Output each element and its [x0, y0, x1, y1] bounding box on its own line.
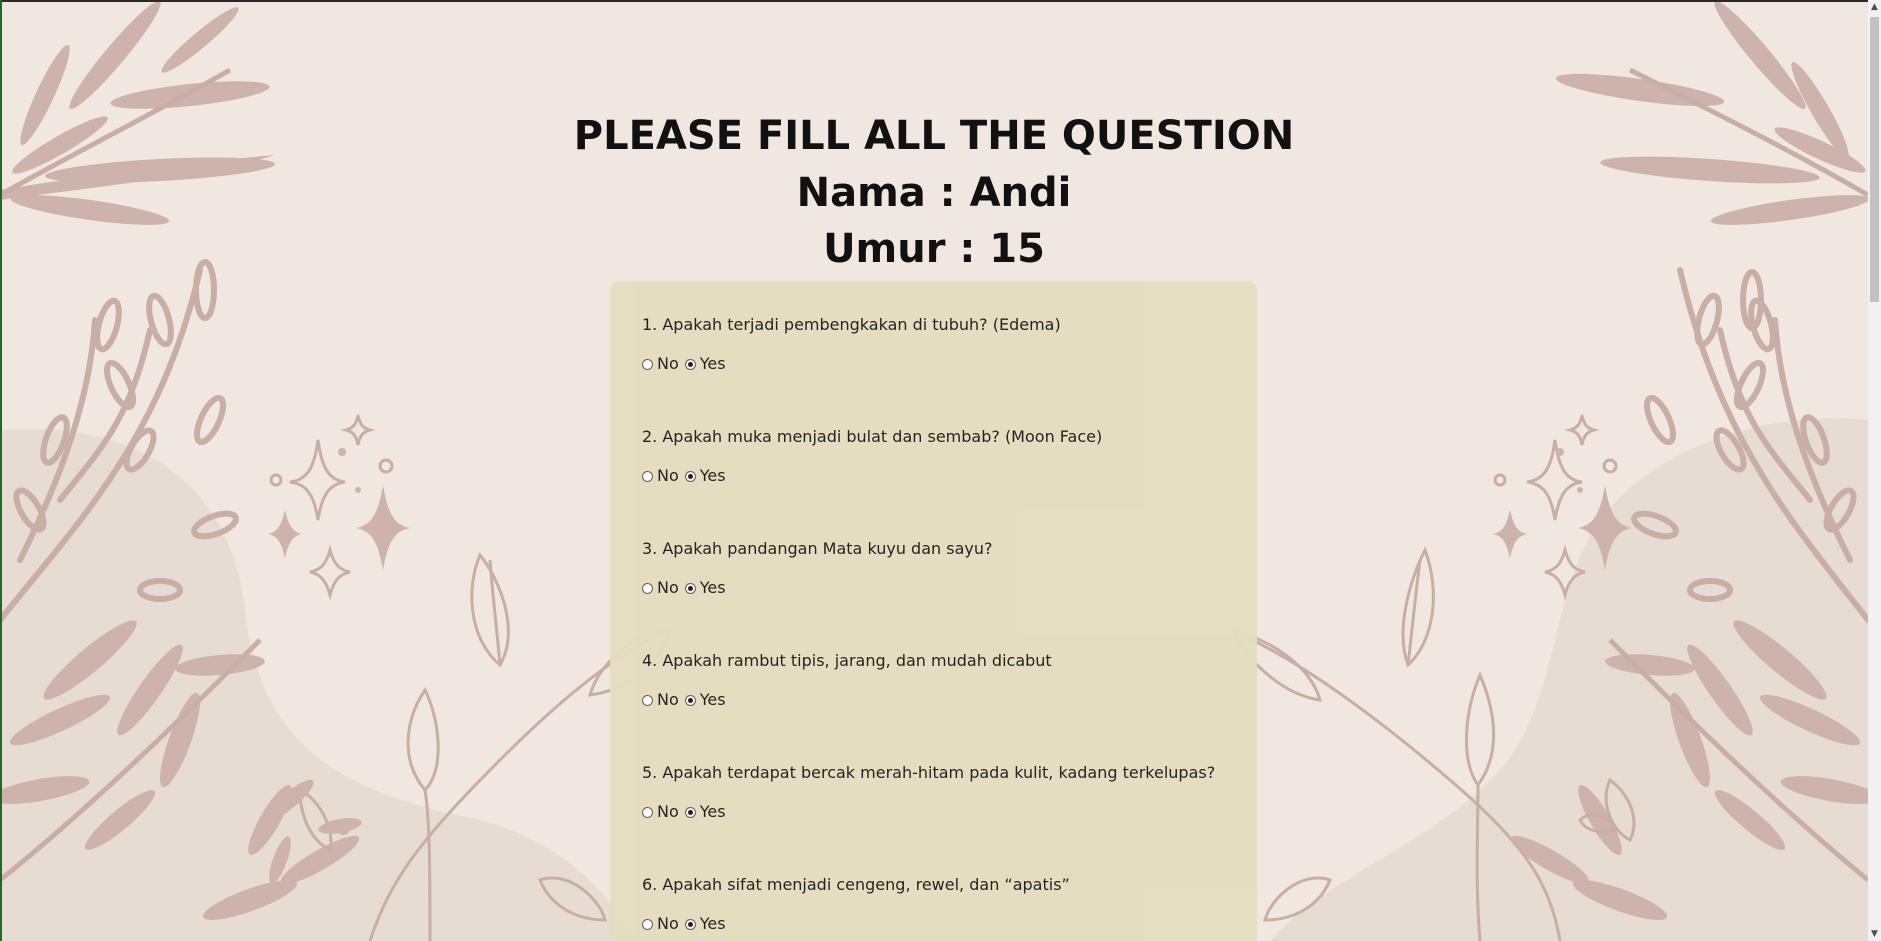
- radio-no[interactable]: [642, 358, 653, 370]
- question-item: 1. Apakah terjadi pembengkakan di tubuh?…: [642, 315, 1061, 374]
- answer-options: No Yes: [642, 690, 1052, 710]
- radio-no[interactable]: [642, 918, 653, 930]
- radio-no[interactable]: [642, 806, 653, 818]
- radio-yes[interactable]: [684, 918, 696, 930]
- radio-no-label[interactable]: No: [657, 914, 679, 934]
- radio-no[interactable]: [642, 582, 653, 594]
- radio-yes-label[interactable]: Yes: [700, 690, 726, 710]
- question-item: 5. Apakah terdapat bercak merah-hitam pa…: [642, 763, 1215, 822]
- radio-no-label[interactable]: No: [657, 466, 679, 486]
- answer-options: No Yes: [642, 466, 1102, 486]
- page-title: PLEASE FILL ALL THE QUESTION: [573, 113, 1295, 159]
- radio-yes[interactable]: [684, 470, 696, 482]
- radio-yes[interactable]: [684, 582, 696, 594]
- radio-no[interactable]: [642, 470, 653, 482]
- radio-no-label[interactable]: No: [657, 802, 679, 822]
- window-left-border: [0, 0, 2, 941]
- page-scrollbar[interactable]: ▲ ▼: [1868, 0, 1881, 941]
- scrollbar-thumb[interactable]: [1870, 17, 1879, 302]
- question-item: 2. Apakah muka menjadi bulat dan sembab?…: [642, 427, 1102, 486]
- question-text: 2. Apakah muka menjadi bulat dan sembab?…: [642, 427, 1103, 446]
- question-text: 3. Apakah pandangan Mata kuyu dan sayu?: [642, 539, 993, 558]
- radio-no[interactable]: [642, 694, 653, 706]
- radio-no-label[interactable]: No: [657, 578, 679, 598]
- question-form: 1. Apakah terjadi pembengkakan di tubuh?…: [610, 281, 1257, 941]
- answer-options: No Yes: [642, 802, 1215, 822]
- question-item: 4. Apakah rambut tipis, jarang, dan muda…: [642, 651, 1052, 710]
- radio-yes[interactable]: [684, 358, 696, 370]
- question-text: 1. Apakah terjadi pembengkakan di tubuh?…: [642, 315, 1061, 334]
- scroll-down-arrow-icon[interactable]: ▼: [1868, 927, 1881, 941]
- patient-name: Nama : Andi: [796, 170, 1072, 216]
- patient-age: Umur : 15: [823, 226, 1045, 272]
- question-item: 6. Apakah sifat menjadi cengeng, rewel, …: [642, 875, 1070, 934]
- answer-options: No Yes: [642, 354, 1061, 374]
- question-text: 6. Apakah sifat menjadi cengeng, rewel, …: [642, 875, 1070, 894]
- radio-yes[interactable]: [684, 806, 696, 818]
- question-text: 4. Apakah rambut tipis, jarang, dan muda…: [642, 651, 1052, 670]
- window-top-border: [0, 0, 1868, 2]
- radio-no-label[interactable]: No: [657, 354, 679, 374]
- radio-yes-label[interactable]: Yes: [700, 802, 726, 822]
- radio-yes-label[interactable]: Yes: [700, 354, 726, 374]
- radio-yes[interactable]: [684, 694, 696, 706]
- radio-yes-label[interactable]: Yes: [700, 914, 726, 934]
- question-item: 3. Apakah pandangan Mata kuyu dan sayu? …: [642, 539, 992, 598]
- radio-yes-label[interactable]: Yes: [700, 466, 726, 486]
- answer-options: No Yes: [642, 578, 992, 598]
- question-text: 5. Apakah terdapat bercak merah-hitam pa…: [642, 763, 1216, 782]
- scroll-up-arrow-icon[interactable]: ▲: [1868, 0, 1881, 14]
- radio-yes-label[interactable]: Yes: [700, 578, 726, 598]
- answer-options: No Yes: [642, 914, 1070, 934]
- radio-no-label[interactable]: No: [657, 690, 679, 710]
